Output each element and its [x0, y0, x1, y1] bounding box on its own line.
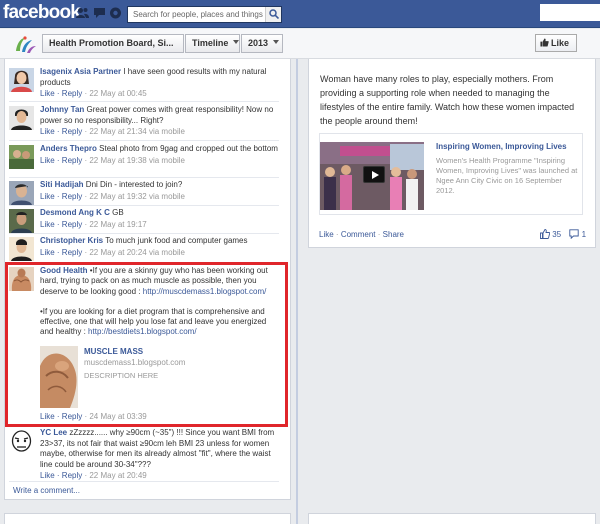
friend-requests-icon[interactable] [76, 7, 89, 19]
like-page-label: Like [551, 38, 570, 48]
chevron-down-icon [233, 40, 239, 44]
play-icon[interactable] [363, 166, 385, 183]
search-input[interactable] [128, 7, 264, 22]
comment-link[interactable]: Comment [341, 230, 376, 239]
comment-text: Steal photo from 9gag and cropped out th… [99, 144, 278, 153]
comment-meta: Like · Reply · 22 May at 20:24 via mobil… [40, 248, 278, 259]
like-link[interactable]: Like [319, 230, 334, 239]
facebook-logo[interactable]: facebook [3, 2, 81, 24]
highlight-annotation-box [5, 262, 288, 427]
comment-meta: Like · Reply · 22 May at 19:38 via mobil… [40, 156, 278, 167]
avatar[interactable] [9, 209, 34, 233]
comment-text: Dni Din - interested to join? [85, 180, 183, 189]
write-comment-link[interactable]: Write a comment... [13, 486, 80, 495]
comment-timestamp: · 22 May at 19:38 via mobile [82, 155, 185, 165]
divider [9, 481, 279, 482]
comment-timestamp: · 22 May at 19:17 [82, 219, 147, 229]
divider [9, 140, 279, 141]
like-reply-links[interactable]: Like · Reply [40, 220, 82, 229]
share-link[interactable]: Share [383, 230, 404, 239]
page-header-bar: Health Promotion Board, Si... Timeline 2… [0, 29, 600, 59]
like-reply-links[interactable]: Like · Reply [40, 192, 82, 201]
avatar[interactable] [9, 145, 34, 169]
post-actions: Like · Comment · Share [319, 230, 404, 239]
comment: Anders Thepro Steal photo from 9gag and … [9, 144, 279, 177]
shared-video-description: Women's Health Programme "Inspiring Wome… [436, 156, 578, 195]
next-post-card [308, 513, 596, 524]
comment-icon [569, 229, 580, 240]
comment-count[interactable]: 1 [582, 230, 586, 239]
next-post-card [4, 513, 291, 524]
page-name-dropdown[interactable]: Health Promotion Board, Si... [42, 34, 184, 53]
comment-timestamp: · 22 May at 19:32 via mobile [82, 191, 185, 201]
comment-timestamp: · 22 May at 00:45 [82, 89, 147, 98]
separator-dot: · [377, 230, 381, 239]
divider [9, 233, 279, 234]
comment: Siti Hadijah Dni Din - interested to joi… [9, 180, 279, 205]
divider [9, 205, 279, 206]
search-icon [269, 9, 279, 19]
comment-text: To much junk food and computer games [105, 236, 248, 245]
commenter-name[interactable]: Johnny Tan [40, 105, 84, 114]
commenter-name[interactable]: Christopher Kris [40, 236, 103, 245]
commenter-name[interactable]: Siti Hadijah [40, 180, 84, 189]
like-page-button[interactable]: Like [535, 34, 577, 52]
like-reply-links[interactable]: Like · Reply [40, 89, 82, 98]
commenter-name[interactable]: Desmond Ang K C [40, 208, 110, 217]
page-name-label: Health Promotion Board, Si... [49, 38, 174, 48]
notifications-icon[interactable] [109, 7, 122, 19]
avatar[interactable] [9, 68, 34, 92]
year-label: 2013 [248, 38, 269, 48]
comment: Isagenix Asia Partner I have seen good r… [9, 67, 279, 101]
video-thumbnail[interactable] [320, 142, 424, 210]
avatar[interactable] [9, 429, 34, 453]
comment-timestamp: · 22 May at 21:34 via mobile [82, 127, 185, 136]
search-box [127, 6, 282, 23]
search-button[interactable] [265, 7, 281, 22]
comment-timestamp: · 22 May at 20:24 via mobile [82, 247, 185, 257]
like-reply-links[interactable]: Like · Reply [40, 248, 82, 257]
avatar[interactable] [9, 237, 34, 261]
comment: Christopher Kris To much junk food and c… [9, 236, 279, 262]
like-count[interactable]: 35 [552, 230, 561, 239]
divider [9, 101, 279, 102]
top-navigation-bar: facebook [0, 0, 600, 28]
shared-video-title[interactable]: Inspiring Women, Improving Lives [436, 142, 567, 151]
timeline-spine [296, 59, 298, 524]
post-text: Woman have many roles to play, especiall… [320, 74, 575, 126]
post-counts: 35 1 [540, 229, 586, 240]
avatar[interactable] [9, 181, 34, 205]
separator-dot: · [335, 230, 339, 239]
comment-text: GB [112, 208, 124, 217]
thumbs-up-icon [540, 229, 551, 239]
like-reply-links[interactable]: Like · Reply [40, 156, 82, 165]
year-dropdown[interactable]: 2013 [241, 34, 283, 53]
comment-timestamp: · 22 May at 20:49 [82, 471, 147, 480]
avatar[interactable] [9, 106, 34, 130]
commenter-name[interactable]: Anders Thepro [40, 144, 97, 153]
timeline-label: Timeline [192, 38, 229, 48]
comment-meta: Like · Reply · 22 May at 21:34 via mobil… [40, 127, 278, 138]
like-reply-links[interactable]: Like · Reply [40, 471, 82, 480]
divider [9, 177, 279, 178]
comment-meta: Like · Reply · 22 May at 00:45 [40, 89, 278, 100]
comment-text: zZzzzz...... why ≥90cm (~35") !!! Since … [40, 428, 275, 469]
comment: Desmond Ang K C GB Like · Reply · 22 May… [9, 208, 279, 234]
comment-meta: Like · Reply · 22 May at 20:49 [40, 471, 278, 482]
comment-meta: Like · Reply · 22 May at 19:32 via mobil… [40, 192, 278, 203]
messages-icon[interactable] [93, 7, 106, 19]
chevron-down-icon [273, 40, 280, 44]
timeline-dropdown[interactable]: Timeline [185, 34, 240, 53]
commenter-name[interactable]: YC Lee [40, 428, 67, 437]
comment: YC Lee zZzzzz...... why ≥90cm (~35") !!!… [9, 428, 279, 480]
health-promotion-board-logo[interactable] [13, 35, 37, 55]
like-reply-links[interactable]: Like · Reply [40, 127, 82, 136]
profile-area[interactable] [540, 4, 600, 21]
comment-meta: Like · Reply · 22 May at 19:17 [40, 220, 278, 231]
comment: Johnny Tan Great power comes with great … [9, 105, 279, 140]
thumbs-up-icon [540, 38, 549, 47]
commenter-name[interactable]: Isagenix Asia Partner [40, 67, 121, 76]
